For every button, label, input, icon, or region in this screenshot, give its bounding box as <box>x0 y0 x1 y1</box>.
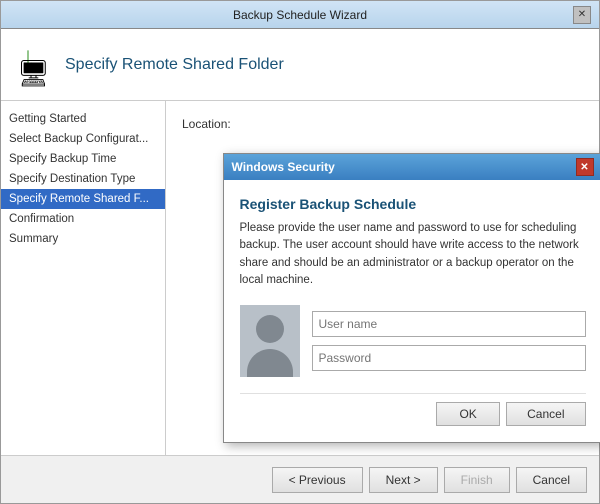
dialog-actions: OK Cancel <box>240 393 586 426</box>
dialog-body: Register Backup Schedule Please provide … <box>224 180 600 442</box>
username-input[interactable] <box>312 311 586 337</box>
window-title: Backup Schedule Wizard <box>27 8 573 22</box>
footer: < Previous Next > Finish Cancel <box>1 455 599 503</box>
previous-button[interactable]: < Previous <box>272 467 363 493</box>
dialog-heading: Register Backup Schedule <box>240 196 586 212</box>
windows-security-dialog: Windows Security ✕ Register Backup Sched… <box>223 153 600 443</box>
title-bar: Backup Schedule Wizard ✕ <box>1 1 599 29</box>
content-area: Getting Started Select Backup Configurat… <box>1 101 599 455</box>
dialog-description: Please provide the user name and passwor… <box>240 220 586 289</box>
dialog-ok-button[interactable]: OK <box>436 402 500 426</box>
finish-button[interactable]: Finish <box>444 467 510 493</box>
user-avatar <box>240 305 300 377</box>
sidebar: Getting Started Select Backup Configurat… <box>1 101 166 455</box>
avatar-head <box>256 315 284 343</box>
dialog-inputs <box>312 311 586 371</box>
sidebar-item-summary[interactable]: Summary <box>1 229 165 249</box>
next-button[interactable]: Next > <box>369 467 438 493</box>
dialog-title: Windows Security <box>232 160 335 174</box>
dialog-title-bar: Windows Security ✕ <box>224 154 600 180</box>
dialog-cancel-button[interactable]: Cancel <box>506 402 585 426</box>
page-title: Specify Remote Shared Folder <box>65 56 284 74</box>
header-icon: ↓ 🖥 <box>17 41 65 89</box>
computer-icon: 🖥 <box>17 58 50 89</box>
header-area: ↓ 🖥 Specify Remote Shared Folder <box>1 29 599 101</box>
sidebar-item-specify-backup-time[interactable]: Specify Backup Time <box>1 149 165 169</box>
password-input[interactable] <box>312 345 586 371</box>
location-label: Location: <box>182 117 583 131</box>
sidebar-item-specify-remote-shared[interactable]: Specify Remote Shared F... <box>1 189 165 209</box>
main-window: Backup Schedule Wizard ✕ ↓ 🖥 Specify Rem… <box>0 0 600 504</box>
dialog-form-row <box>240 305 586 377</box>
sidebar-item-specify-destination-type[interactable]: Specify Destination Type <box>1 169 165 189</box>
sidebar-item-select-backup-config[interactable]: Select Backup Configurat... <box>1 129 165 149</box>
dialog-close-button[interactable]: ✕ <box>576 158 594 176</box>
cancel-button[interactable]: Cancel <box>516 467 587 493</box>
dialog-overlay: Windows Security ✕ Register Backup Sched… <box>166 101 599 455</box>
window-close-button[interactable]: ✕ <box>573 6 591 24</box>
sidebar-item-confirmation[interactable]: Confirmation <box>1 209 165 229</box>
avatar-body <box>247 349 293 377</box>
main-content: Location: Windows Security ✕ Register Ba… <box>166 101 599 455</box>
sidebar-item-getting-started[interactable]: Getting Started <box>1 109 165 129</box>
